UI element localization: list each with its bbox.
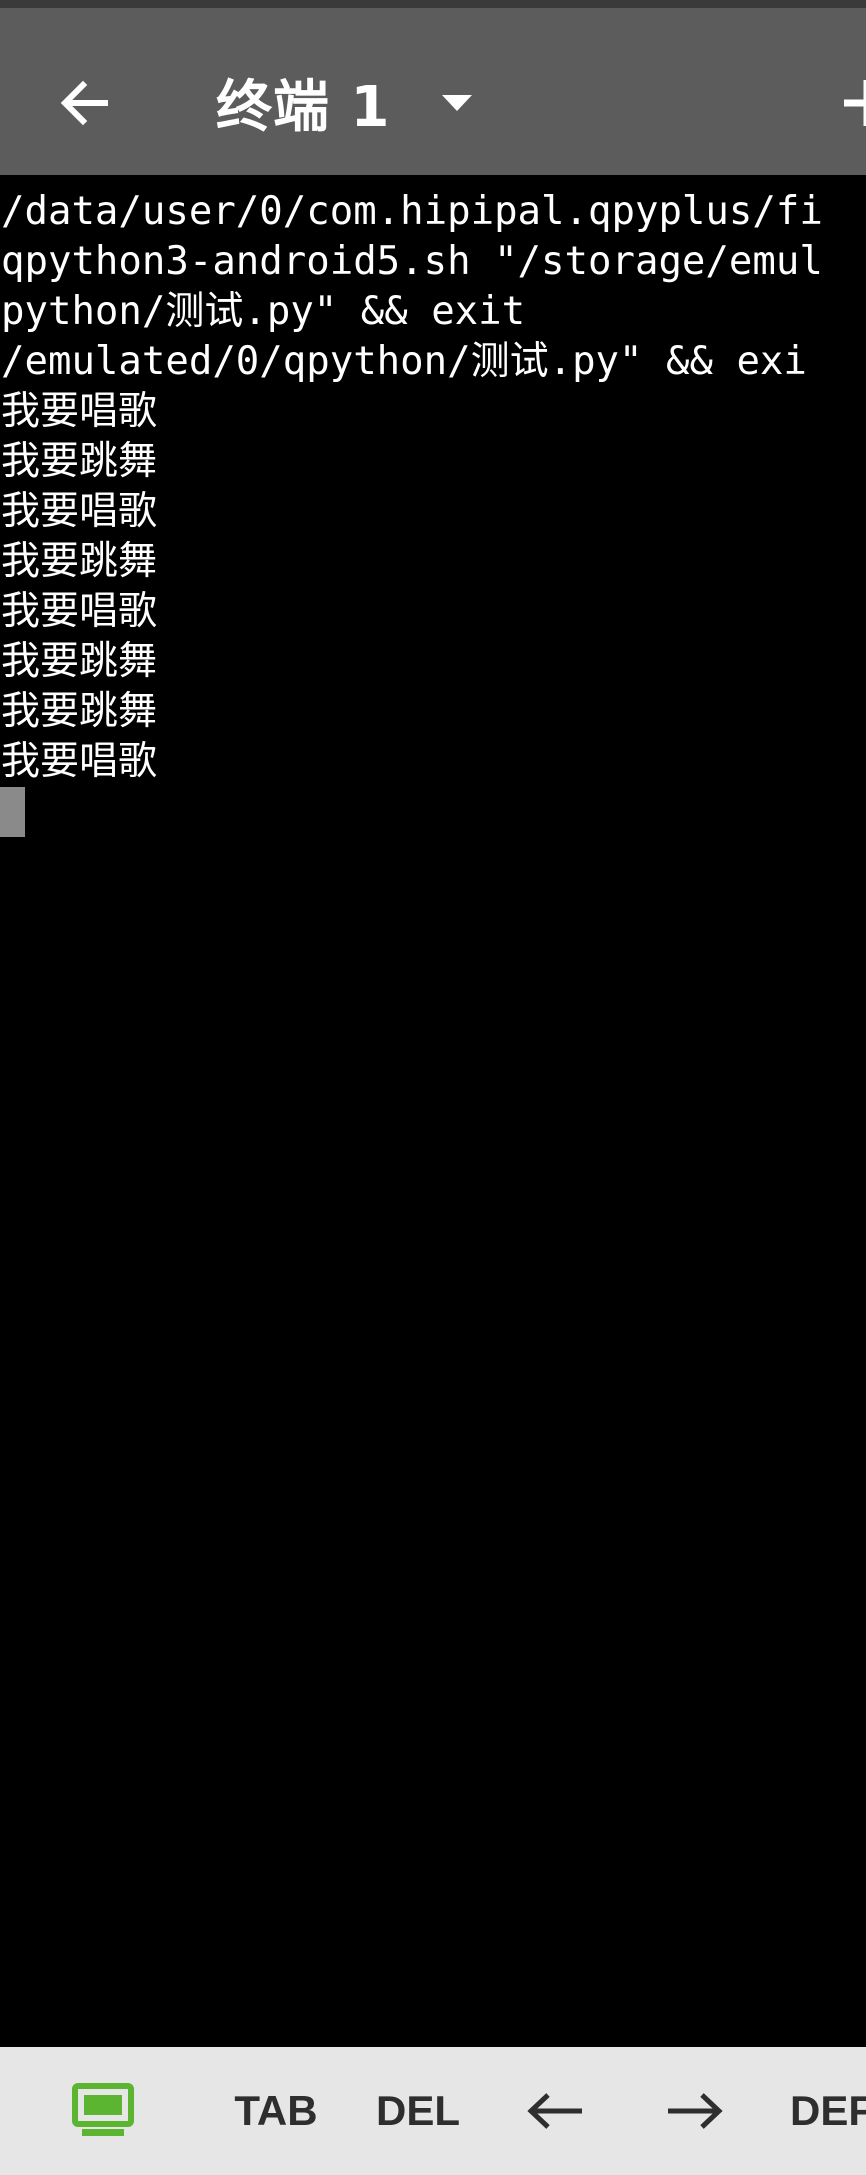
- left-arrow-key[interactable]: [520, 2047, 590, 2175]
- terminal-line: 我要唱歌: [1, 389, 158, 434]
- terminal-line: 我要跳舞: [1, 539, 158, 584]
- terminal-line: /data/user/0/com.hipipal.qpyplus/fi: [1, 189, 823, 234]
- def-key[interactable]: DEF: [790, 2047, 866, 2175]
- terminal-line: qpython3-android5.sh "/storage/emul: [1, 239, 823, 284]
- terminal-lines: /data/user/0/com.hipipal.qpyplus/fi qpyt…: [1, 187, 823, 787]
- plus-icon: [844, 80, 866, 126]
- terminal-line: /emulated/0/qpython/测试.py" && exi: [1, 339, 807, 384]
- arrow-left-icon: [527, 2093, 582, 2129]
- session-title[interactable]: 终端 1: [216, 56, 390, 148]
- arrow-left-icon: [60, 80, 108, 126]
- app-bar: 终端 1: [0, 8, 866, 175]
- terminal-line: 我要唱歌: [1, 489, 158, 534]
- caret-down-icon: [442, 95, 472, 111]
- arrow-right-icon: [668, 2093, 723, 2129]
- right-arrow-key[interactable]: [660, 2047, 730, 2175]
- extra-keys-bar: TAB DEL DEF: [0, 2047, 866, 2175]
- terminal-line: 我要唱歌: [1, 589, 158, 634]
- terminal-line: 我要跳舞: [1, 639, 158, 684]
- terminal-line: 我要跳舞: [1, 439, 158, 484]
- session-dropdown-button[interactable]: [430, 68, 484, 138]
- terminal-cursor: [0, 787, 25, 837]
- status-bar: [0, 0, 866, 8]
- terminal-line: python/测试.py" && exit: [1, 289, 526, 334]
- terminal-line: 我要跳舞: [1, 689, 158, 734]
- terminal-output[interactable]: /data/user/0/com.hipipal.qpyplus/fi qpyt…: [0, 175, 866, 2047]
- keyboard-toggle-button[interactable]: [62, 2047, 144, 2175]
- tab-key[interactable]: TAB: [226, 2047, 326, 2175]
- back-button[interactable]: [40, 58, 130, 148]
- add-session-button[interactable]: [830, 58, 866, 148]
- keyboard-toggle-icon: [72, 2083, 134, 2136]
- terminal-line: 我要唱歌: [1, 739, 158, 784]
- del-key[interactable]: DEL: [368, 2047, 468, 2175]
